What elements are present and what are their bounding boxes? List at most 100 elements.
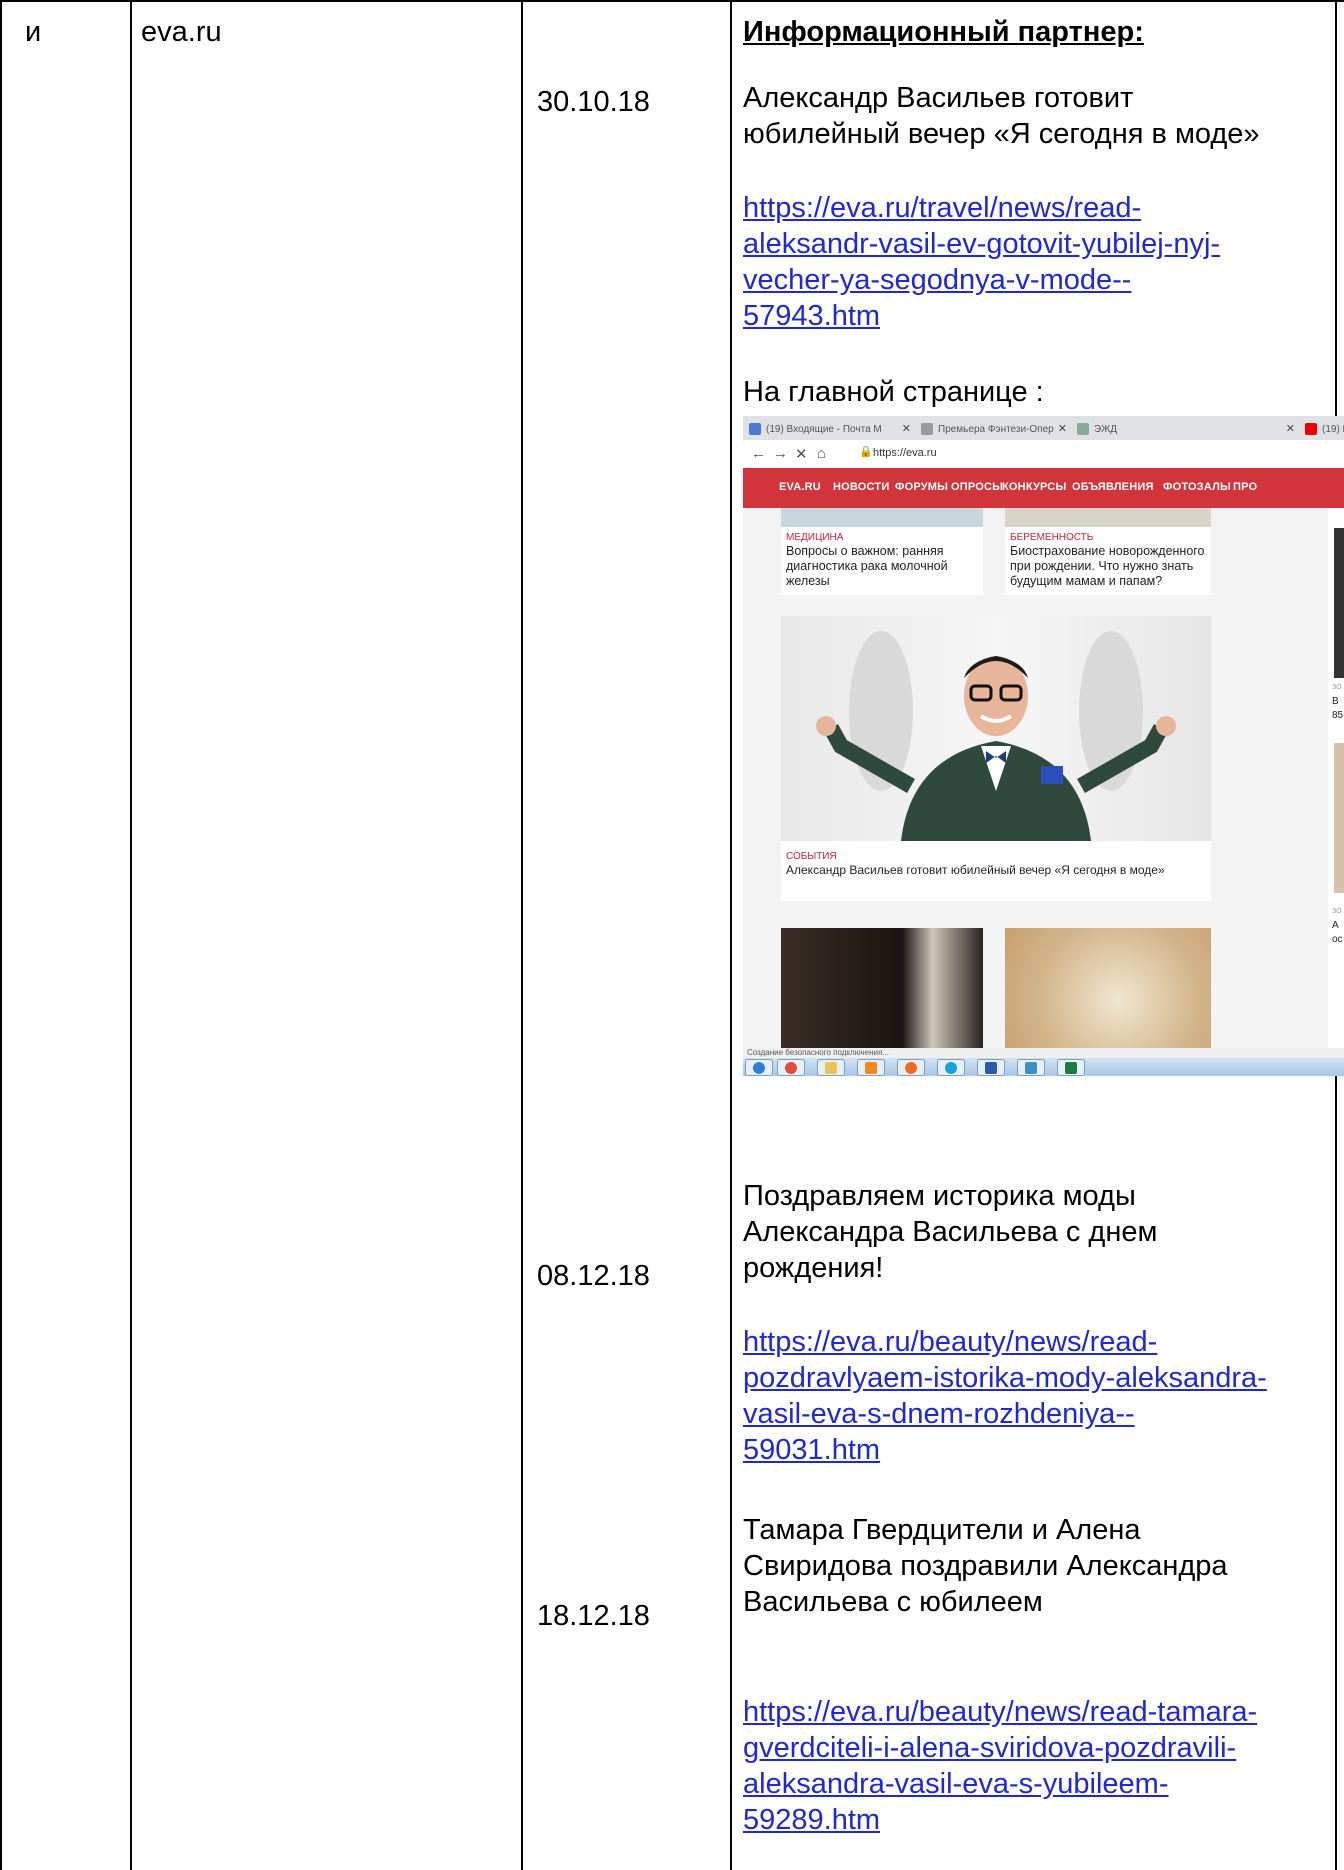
entry-1-link-line[interactable]: https://eva.ru/travel/news/read-	[743, 190, 1220, 226]
sidebar-text: ос	[1332, 934, 1343, 945]
homepage-note: На главной странице :	[743, 376, 1044, 408]
browser-tab[interactable]: Премьера Фэнтези-Опер ✕	[921, 419, 1071, 440]
entry-3-link-line[interactable]: gverdciteli-i-alena-sviridova-pozdravili…	[743, 1730, 1257, 1766]
entry-2-link-line[interactable]: 59031.htm	[743, 1432, 1267, 1468]
skype-icon[interactable]	[937, 1059, 965, 1076]
card-image	[1005, 508, 1211, 527]
address-bar[interactable]: ← → ✕ ⌂ 🔒 https://eva.ru	[743, 440, 1344, 469]
menu-item[interactable]: ФОТОЗАЛЫ	[1163, 481, 1231, 493]
media-player-icon[interactable]	[857, 1059, 885, 1076]
windows-taskbar	[743, 1058, 1344, 1076]
embedded-screenshot: (19) Входящие - Почта М ✕ Премьера Фэнтез…	[743, 416, 1344, 1076]
browser-tab[interactable]: ЭЖД ✕	[1077, 419, 1299, 440]
close-icon[interactable]: ✕	[1286, 419, 1295, 440]
card-image	[781, 508, 983, 527]
table-divider-3	[730, 0, 732, 1870]
browser-tab[interactable]: (19) Входящие - Почта М ✕	[749, 419, 915, 440]
browser-tab-bar: (19) Входящие - Почта М ✕ Премьера Фэнтез…	[743, 416, 1344, 440]
browser-status-bar: Создание безопасного подключения...	[743, 1048, 1344, 1058]
entry-2-link-line[interactable]: https://eva.ru/beauty/news/read-	[743, 1324, 1267, 1360]
card-title-line: Вопросы о важном: ранняя	[786, 544, 944, 558]
date-1: 30.10.18	[537, 86, 650, 118]
browser-tab[interactable]: (19) Елена Ваенга -	[1305, 419, 1344, 440]
table-divider-2	[521, 0, 523, 1870]
menu-item[interactable]: ПРО	[1233, 481, 1257, 493]
entry-2-link-line[interactable]: pozdravlyaem-istorika-mody-aleksandra-	[743, 1360, 1267, 1396]
entry-3-link[interactable]: https://eva.ru/beauty/news/read-tamara- …	[743, 1694, 1257, 1838]
card-title-line: железы	[786, 574, 830, 588]
tab-label: ЭЖД	[1094, 424, 1118, 435]
date-2: 08.12.18	[537, 1260, 650, 1292]
entry-1-title-line: юбилейный вечер «Я сегодня в моде»	[743, 118, 1260, 150]
chrome-icon[interactable]	[777, 1059, 805, 1076]
page-icon	[921, 423, 933, 436]
tab-label: (19) Входящие - Почта М	[766, 424, 882, 435]
tab-label: Премьера Фэнтези-Опер	[938, 424, 1054, 435]
entry-1-link-line[interactable]: aleksandr-vasil-ev-gotovit-yubilej-nyj-	[743, 226, 1220, 262]
word-icon[interactable]	[977, 1059, 1005, 1076]
date-3: 18.12.18	[537, 1600, 650, 1632]
main-article-caption[interactable]: СОБЫТИЯ Александр Васильев готовит юбиле…	[781, 841, 1211, 901]
site-menu: EVA.RU НОВОСТИ ФОРУМЫ ОПРОСЫ КОНКУРСЫ ОБ…	[743, 468, 1344, 508]
table-border-left	[0, 0, 2, 1870]
news-card[interactable]: БЕРЕМЕННОСТЬ Биострахование новорожденно…	[1005, 527, 1211, 595]
partner-header: Информационный партнер:	[743, 16, 1144, 48]
entry-2-title-line: рождения!	[743, 1252, 884, 1284]
menu-item[interactable]: НОВОСТИ	[833, 481, 889, 493]
sidebar-text: ЗО	[1332, 908, 1342, 915]
card-image[interactable]	[781, 928, 983, 1048]
table-divider-1	[130, 0, 132, 1870]
sidebar-text: ЗО	[1332, 684, 1342, 691]
news-card[interactable]: МЕДИЦИНА Вопросы о важном: ранняя диагно…	[781, 527, 983, 595]
entry-1-link[interactable]: https://eva.ru/travel/news/read- aleksan…	[743, 190, 1220, 334]
menu-item[interactable]: КОНКУРСЫ	[1002, 481, 1066, 493]
menu-item[interactable]: EVA.RU	[779, 481, 821, 493]
entry-3-link-line[interactable]: https://eva.ru/beauty/news/read-tamara-	[743, 1694, 1257, 1730]
home-icon[interactable]: ⌂	[817, 445, 826, 462]
url-text[interactable]: https://eva.ru	[873, 447, 937, 459]
cell-site: eva.ru	[141, 16, 222, 48]
site-content: МЕДИЦИНА Вопросы о важном: ранняя диагно…	[743, 508, 1344, 1048]
sidebar-text: В	[1332, 696, 1339, 707]
folder-icon[interactable]	[817, 1059, 845, 1076]
stop-icon[interactable]: ✕	[795, 445, 808, 463]
card-image[interactable]	[1005, 928, 1211, 1048]
card-title[interactable]: Биострахование новорожденного при рожден…	[1010, 544, 1205, 589]
menu-item[interactable]: ОБЪЯВЛЕНИЯ	[1072, 481, 1154, 493]
entry-2-link-line[interactable]: vasil-eva-s-dnem-rozhdeniya--	[743, 1396, 1267, 1432]
entry-3-title-line: Свиридова поздравили Александра	[743, 1550, 1228, 1582]
table-border-right-upper	[1335, 0, 1337, 416]
entry-2-title-line: Поздравляем историка моды	[743, 1180, 1136, 1212]
main-title[interactable]: Александр Васильев готовит юбилейный веч…	[786, 863, 1165, 878]
entry-1-link-line[interactable]: 57943.htm	[743, 298, 1220, 334]
sidebar-image	[1334, 743, 1344, 893]
menu-item[interactable]: ФОРУМЫ	[895, 481, 948, 493]
close-icon[interactable]: ✕	[902, 419, 911, 440]
main-article-photo[interactable]	[781, 616, 1211, 841]
sidebar-fragment: ЗО В 85 ЗО А ос	[1328, 508, 1344, 1048]
cell-col1: и	[25, 16, 42, 48]
main-category: СОБЫТИЯ	[786, 851, 837, 862]
card-title-line: Биострахование новорожденного	[1010, 544, 1205, 558]
youtube-icon	[1305, 423, 1317, 436]
mail-icon	[749, 423, 761, 436]
entry-3-link-line[interactable]: aleksandra-vasil-eva-s-yubileem-	[743, 1766, 1257, 1802]
card-title[interactable]: Вопросы о важном: ранняя диагностика рак…	[786, 544, 948, 589]
forward-icon[interactable]: →	[773, 445, 788, 462]
entry-3-title-line: Васильева с юбилеем	[743, 1586, 1043, 1618]
entry-1-link-line[interactable]: vecher-ya-segodnya-v-mode--	[743, 262, 1220, 298]
excel-icon[interactable]	[1057, 1059, 1085, 1076]
man-in-suit-photo	[816, 631, 1176, 841]
menu-item[interactable]: ОПРОСЫ	[951, 481, 1003, 493]
table-border-right-lower	[1335, 1076, 1337, 1870]
back-icon[interactable]: ←	[751, 445, 766, 462]
close-icon[interactable]: ✕	[1058, 419, 1067, 440]
entry-2-link[interactable]: https://eva.ru/beauty/news/read- pozdrav…	[743, 1324, 1267, 1468]
card-title-line: будущим мамам и папам?	[1010, 574, 1163, 588]
card-category: БЕРЕМЕННОСТЬ	[1010, 532, 1094, 543]
entry-3-link-line[interactable]: 59289.htm	[743, 1802, 1257, 1838]
firefox-icon[interactable]	[897, 1059, 925, 1076]
sidebar-image	[1334, 528, 1344, 678]
start-button-icon[interactable]	[745, 1059, 773, 1076]
image-viewer-icon[interactable]	[1017, 1059, 1045, 1076]
